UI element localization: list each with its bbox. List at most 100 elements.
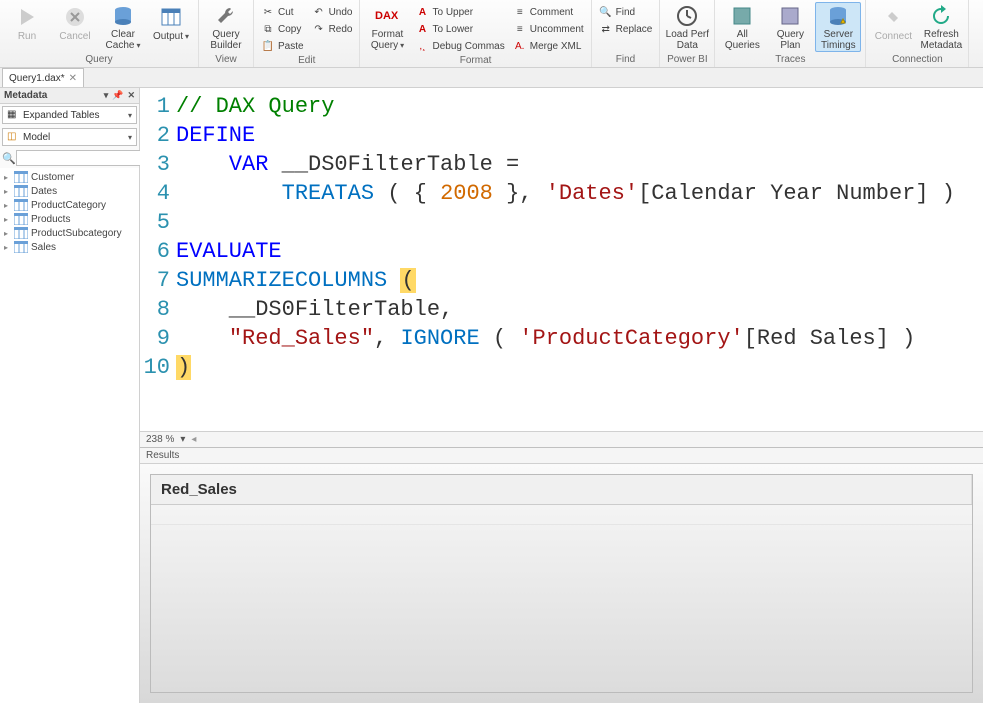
wrench-icon: [214, 5, 238, 27]
results-grid[interactable]: Red_Sales: [150, 474, 973, 693]
metadata-table-item[interactable]: ▸ ProductSubcategory: [0, 226, 139, 240]
copy-icon: ⧉: [261, 22, 275, 36]
table-name: Sales: [31, 242, 56, 253]
clear-cache-button[interactable]: Clear Cache▾: [100, 2, 146, 52]
panel-dropdown-icon[interactable]: ▾: [104, 90, 109, 101]
find-button[interactable]: 🔍Find: [596, 4, 656, 20]
expand-icon[interactable]: ▸: [4, 229, 14, 238]
debug-commas-button[interactable]: ,¸Debug Commas: [412, 38, 507, 54]
metadata-tree[interactable]: ▸Customer▸Dates▸ProductCategory▸Products…: [0, 168, 139, 703]
code-editor[interactable]: 1// DAX Query2DEFINE3 VAR __DS0FilterTab…: [140, 88, 983, 431]
group-label-view: View: [203, 53, 249, 67]
connect-button[interactable]: Connect: [870, 2, 916, 52]
zoom-dropdown-icon[interactable]: ▾: [180, 434, 185, 445]
code-line[interactable]: 10): [140, 353, 983, 382]
panel-pin-icon[interactable]: 📌: [112, 90, 123, 101]
metadata-table-item[interactable]: ▸Customer: [0, 170, 139, 184]
comment-button[interactable]: ≡Comment: [510, 4, 587, 20]
run-button[interactable]: Run: [4, 2, 50, 52]
code-line[interactable]: 1// DAX Query: [140, 92, 983, 121]
panel-close-icon[interactable]: ✕: [127, 90, 135, 101]
chevron-down-icon: ▾: [128, 133, 132, 142]
group-label-find: Find: [596, 53, 656, 67]
redo-icon: ↷: [312, 22, 326, 36]
to-lower-button[interactable]: ATo Lower: [412, 21, 507, 37]
code-line[interactable]: 5: [140, 208, 983, 237]
expand-icon[interactable]: ▸: [4, 173, 14, 182]
table-name: ProductCategory: [31, 200, 106, 211]
line-number: 4: [140, 179, 176, 208]
code-line[interactable]: 3 VAR __DS0FilterTable =: [140, 150, 983, 179]
expanded-tables-dropdown[interactable]: ▦Expanded Tables ▾: [2, 106, 137, 124]
table-name: ProductSubcategory: [31, 228, 122, 239]
replace-button[interactable]: ⇄Replace: [596, 21, 656, 37]
table-icon: [14, 199, 28, 211]
cancel-button[interactable]: Cancel: [52, 2, 98, 52]
close-icon[interactable]: ✕: [69, 73, 77, 84]
redo-button[interactable]: ↷Redo: [309, 21, 356, 37]
play-icon: [15, 5, 39, 29]
refresh-metadata-button[interactable]: Refresh Metadata: [918, 2, 964, 52]
chevron-down-icon: ▾: [128, 111, 132, 120]
paste-button[interactable]: 📋Paste: [258, 38, 307, 54]
output-button[interactable]: Output▾: [148, 2, 194, 52]
line-number: 9: [140, 324, 176, 353]
code-line[interactable]: 9 "Red_Sales", IGNORE ( 'ProductCategory…: [140, 324, 983, 353]
metadata-table-item[interactable]: ▸ Sales: [0, 240, 139, 254]
format-query-button[interactable]: DAX Format Query▾: [364, 2, 410, 52]
merge-icon: A.: [513, 39, 527, 53]
code-line[interactable]: 8 __DS0FilterTable,: [140, 295, 983, 324]
scissors-icon: ✂: [261, 5, 275, 19]
server-timings-button[interactable]: Server Timings: [815, 2, 861, 52]
clock-icon: [675, 5, 699, 27]
cut-button[interactable]: ✂Cut: [258, 4, 307, 20]
undo-button[interactable]: ↶Undo: [309, 4, 356, 20]
ribbon: Run Cancel Clear Cache▾ Output▾ Query Qu…: [0, 0, 983, 68]
code-line[interactable]: 7SUMMARIZECOLUMNS (: [140, 266, 983, 295]
all-queries-button[interactable]: All Queries: [719, 2, 765, 52]
line-number: 1: [140, 92, 176, 121]
undo-icon: ↶: [312, 5, 326, 19]
merge-xml-button[interactable]: A.Merge XML: [510, 38, 587, 54]
line-number: 3: [140, 150, 176, 179]
code-line[interactable]: 2DEFINE: [140, 121, 983, 150]
zoom-level[interactable]: 238 %: [146, 434, 174, 445]
comment-icon: ≡: [513, 5, 527, 19]
table-icon: [14, 185, 28, 197]
metadata-panel: Metadata ▾ 📌 ✕ ▦Expanded Tables ▾ ◫Model…: [0, 88, 140, 703]
letter-icon: A: [415, 22, 429, 36]
expand-icon[interactable]: ▸: [4, 187, 14, 196]
group-label-format: Format: [364, 54, 586, 68]
metadata-search-input[interactable]: [16, 150, 154, 166]
metadata-table-item[interactable]: ▸ ProductCategory: [0, 198, 139, 212]
replace-icon: ⇄: [599, 22, 613, 36]
load-perf-data-button[interactable]: Load Perf Data: [664, 2, 710, 52]
code-line[interactable]: 4 TREATAS ( { 2008 }, 'Dates'[Calendar Y…: [140, 179, 983, 208]
document-tab[interactable]: Query1.dax* ✕: [2, 68, 84, 87]
ribbon-group-edit: ✂Cut ⧉Copy 📋Paste ↶Undo ↷Redo Edit: [254, 0, 360, 67]
copy-button[interactable]: ⧉Copy: [258, 21, 307, 37]
grid-icon: [730, 5, 754, 27]
editor-status-bar: 238 % ▾ ◂: [140, 431, 983, 447]
results-column-header[interactable]: Red_Sales: [151, 475, 972, 504]
cube-icon: ◫: [7, 131, 19, 143]
query-builder-button[interactable]: Query Builder: [203, 2, 249, 52]
editor-area: 1// DAX Query2DEFINE3 VAR __DS0FilterTab…: [140, 88, 983, 703]
expand-icon[interactable]: ▸: [4, 201, 14, 210]
model-dropdown[interactable]: ◫Model ▾: [2, 128, 137, 146]
ribbon-group-view: Query Builder View: [199, 0, 254, 67]
expand-icon[interactable]: ▸: [4, 215, 14, 224]
metadata-table-item[interactable]: ▸Dates: [0, 184, 139, 198]
query-plan-button[interactable]: Query Plan: [767, 2, 813, 52]
code-line[interactable]: 6EVALUATE: [140, 237, 983, 266]
letter-icon: A: [415, 5, 429, 19]
metadata-table-item[interactable]: ▸Products: [0, 212, 139, 226]
uncomment-button[interactable]: ≡Uncomment: [510, 21, 587, 37]
expand-icon[interactable]: ▸: [4, 243, 14, 252]
results-row-empty: [151, 505, 972, 525]
table-icon: [159, 5, 183, 29]
dax-icon: DAX: [375, 5, 399, 27]
results-header: Results: [140, 447, 983, 463]
group-label-traces: Traces: [719, 53, 861, 67]
to-upper-button[interactable]: ATo Upper: [412, 4, 507, 20]
